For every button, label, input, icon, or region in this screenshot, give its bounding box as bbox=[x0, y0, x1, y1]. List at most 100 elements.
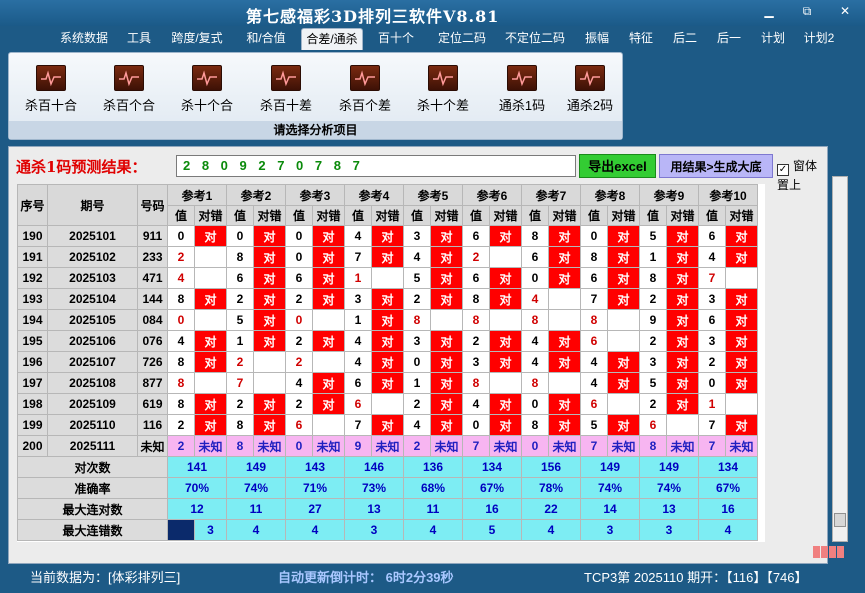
ref-value: 7 bbox=[698, 267, 726, 289]
ref-value: 4 bbox=[580, 372, 608, 394]
restore-icon[interactable]: ⧉ bbox=[798, 4, 816, 18]
menu-tab[interactable]: 不定位二码 bbox=[500, 28, 570, 50]
ref-hit-mark: 对 bbox=[666, 351, 699, 373]
ref-value: 8 bbox=[639, 267, 667, 289]
ref-value: 4 bbox=[521, 351, 549, 373]
menu-tab[interactable]: 工具 bbox=[123, 28, 155, 50]
ref-value: 0 bbox=[285, 246, 313, 268]
header-issue: 期号 bbox=[47, 184, 138, 226]
ref-hit-mark bbox=[725, 267, 758, 289]
checkbox-check-icon: ✓ bbox=[777, 164, 789, 176]
row-issue: 2025101 bbox=[47, 225, 138, 247]
ref-hit-mark bbox=[194, 246, 227, 268]
result-value-field[interactable]: 2 8 0 9 2 7 0 7 8 7 bbox=[176, 155, 576, 177]
ref-hit-mark: 对 bbox=[253, 414, 286, 436]
ref-value: 6 bbox=[344, 372, 372, 394]
analysis-tool-button[interactable]: 杀百个合 bbox=[97, 65, 161, 114]
header-value: 值 bbox=[226, 205, 254, 226]
ref-hit-mark: 对 bbox=[725, 414, 758, 436]
analysis-tool-button[interactable]: 杀百十合 bbox=[19, 65, 83, 114]
table-row: 192 2025103 471 4 6 对 6 对 1 5 对 6 对 0 对 6 对 8 对 7 bbox=[17, 267, 758, 289]
menu-tab[interactable]: 合差/通杀 bbox=[301, 28, 363, 50]
analysis-tool-button[interactable]: 杀十个合 bbox=[175, 65, 239, 114]
topmost-checkbox[interactable]: ✓ 窗体置上 bbox=[777, 157, 827, 193]
header-hit: 对错 bbox=[371, 205, 404, 226]
ref-hit-mark: 对 bbox=[725, 372, 758, 394]
ref-value: 3 bbox=[462, 351, 490, 373]
row-code: 116 bbox=[137, 414, 168, 436]
close-icon[interactable]: ✕ bbox=[836, 4, 854, 18]
ref-value: 6 bbox=[462, 225, 490, 247]
ref-hit-mark: 对 bbox=[725, 288, 758, 310]
menu-tab[interactable]: 跨度/复式 bbox=[167, 28, 227, 50]
ref-value: 4 bbox=[344, 225, 372, 247]
ref-hit-mark bbox=[548, 309, 581, 331]
minimize-icon[interactable]: ▁ bbox=[760, 4, 778, 18]
export-excel-button[interactable]: 导出excel bbox=[579, 154, 656, 178]
ref-hit-mark: 对 bbox=[312, 267, 345, 289]
title-bar: 第七感福彩3D排列三软件V8.81 ▁ ⧉ ✕ bbox=[0, 0, 865, 26]
menu-tab[interactable]: 计划 bbox=[757, 28, 789, 50]
menu-tab[interactable]: 后二 bbox=[669, 28, 701, 50]
menu-tab[interactable]: 百十个 bbox=[376, 28, 416, 50]
menu-tab[interactable]: 特征 bbox=[625, 28, 657, 50]
analysis-tool-button[interactable]: 通杀2码 bbox=[558, 65, 622, 114]
ref-value: 6 bbox=[698, 225, 726, 247]
menu-tab[interactable]: 定位二码 bbox=[433, 28, 491, 50]
menu-tab[interactable]: 振幅 bbox=[582, 28, 612, 50]
ref-value: 6 bbox=[698, 309, 726, 331]
ref-hit-mark: 对 bbox=[666, 225, 699, 247]
ref-value: 3 bbox=[639, 351, 667, 373]
stats-value: 14 bbox=[580, 498, 640, 520]
menu-tab[interactable]: 后一 bbox=[713, 28, 745, 50]
generate-base-button[interactable]: 用结果>生成大底 bbox=[659, 154, 773, 178]
ref-hit-mark bbox=[430, 309, 463, 331]
analysis-tool-label: 杀十个合 bbox=[180, 98, 233, 113]
ref-value: 0 bbox=[521, 393, 549, 415]
countdown-text: 自动更新倒计时： 6时2分39秒 bbox=[278, 570, 454, 585]
chart-icon bbox=[192, 65, 222, 91]
analysis-tool-button[interactable]: 杀百十差 bbox=[254, 65, 318, 114]
analysis-tool-button[interactable]: 杀十个差 bbox=[411, 65, 475, 114]
ref-hit-mark: 对 bbox=[548, 225, 581, 247]
ref-value: 5 bbox=[226, 309, 254, 331]
status-indicator bbox=[813, 546, 849, 560]
ref-hit-mark: 对 bbox=[194, 225, 227, 247]
stats-value: 149 bbox=[639, 456, 699, 478]
ref-hit-mark: 对 bbox=[489, 351, 522, 373]
predicted-value: 7 bbox=[698, 435, 726, 457]
ref-hit-mark bbox=[725, 393, 758, 415]
menu-tab[interactable]: 系统数据 bbox=[55, 28, 113, 50]
ref-value: 8 bbox=[403, 309, 431, 331]
ref-hit-mark: 对 bbox=[489, 330, 522, 352]
predicted-unknown: 未知 bbox=[194, 435, 227, 457]
stats-value: 13 bbox=[344, 498, 404, 520]
menu-tab[interactable]: 计划2 bbox=[801, 28, 837, 50]
ref-value: 8 bbox=[167, 372, 195, 394]
stats-value: 74% bbox=[580, 477, 640, 499]
header-hit: 对错 bbox=[253, 205, 286, 226]
analysis-tool-button[interactable]: 通杀1码 bbox=[490, 65, 554, 114]
table-row: 194 2025105 084 0 5 对 0 1 对 8 8 8 8 9 对 6 对 bbox=[17, 309, 758, 331]
scrollbar-thumb[interactable] bbox=[834, 513, 846, 527]
ribbon-panel: 杀百十合 杀百个合 杀十个合 杀百十差 杀百个差 杀十个差 通杀1码 通杀2码 请选择分析项目 bbox=[8, 52, 623, 140]
header-ref: 参考9 bbox=[639, 184, 699, 206]
chart-icon bbox=[575, 65, 605, 91]
menu-tab[interactable]: 和/合值 bbox=[241, 28, 291, 50]
analysis-tool-button[interactable]: 杀百个差 bbox=[333, 65, 397, 114]
stats-value: 141 bbox=[167, 456, 227, 478]
ref-hit-mark: 对 bbox=[312, 246, 345, 268]
row-seq: 198 bbox=[17, 393, 48, 415]
ref-hit-mark bbox=[194, 267, 227, 289]
stats-row: 最大连对数 12 11 27 13 11 16 22 14 13 16 bbox=[17, 498, 758, 520]
ref-hit-mark bbox=[253, 372, 286, 394]
ref-value: 5 bbox=[639, 372, 667, 394]
stats-row: 准确率 70% 74% 71% 73% 68% 67% 78% 74% 74% 67% bbox=[17, 477, 758, 499]
ref-value: 8 bbox=[462, 372, 490, 394]
ref-hit-mark: 对 bbox=[253, 309, 286, 331]
stats-value: 156 bbox=[521, 456, 581, 478]
vertical-scrollbar[interactable] bbox=[832, 176, 848, 542]
ref-value: 2 bbox=[639, 330, 667, 352]
ref-value: 3 bbox=[698, 288, 726, 310]
stats-value: 4 bbox=[521, 519, 581, 541]
